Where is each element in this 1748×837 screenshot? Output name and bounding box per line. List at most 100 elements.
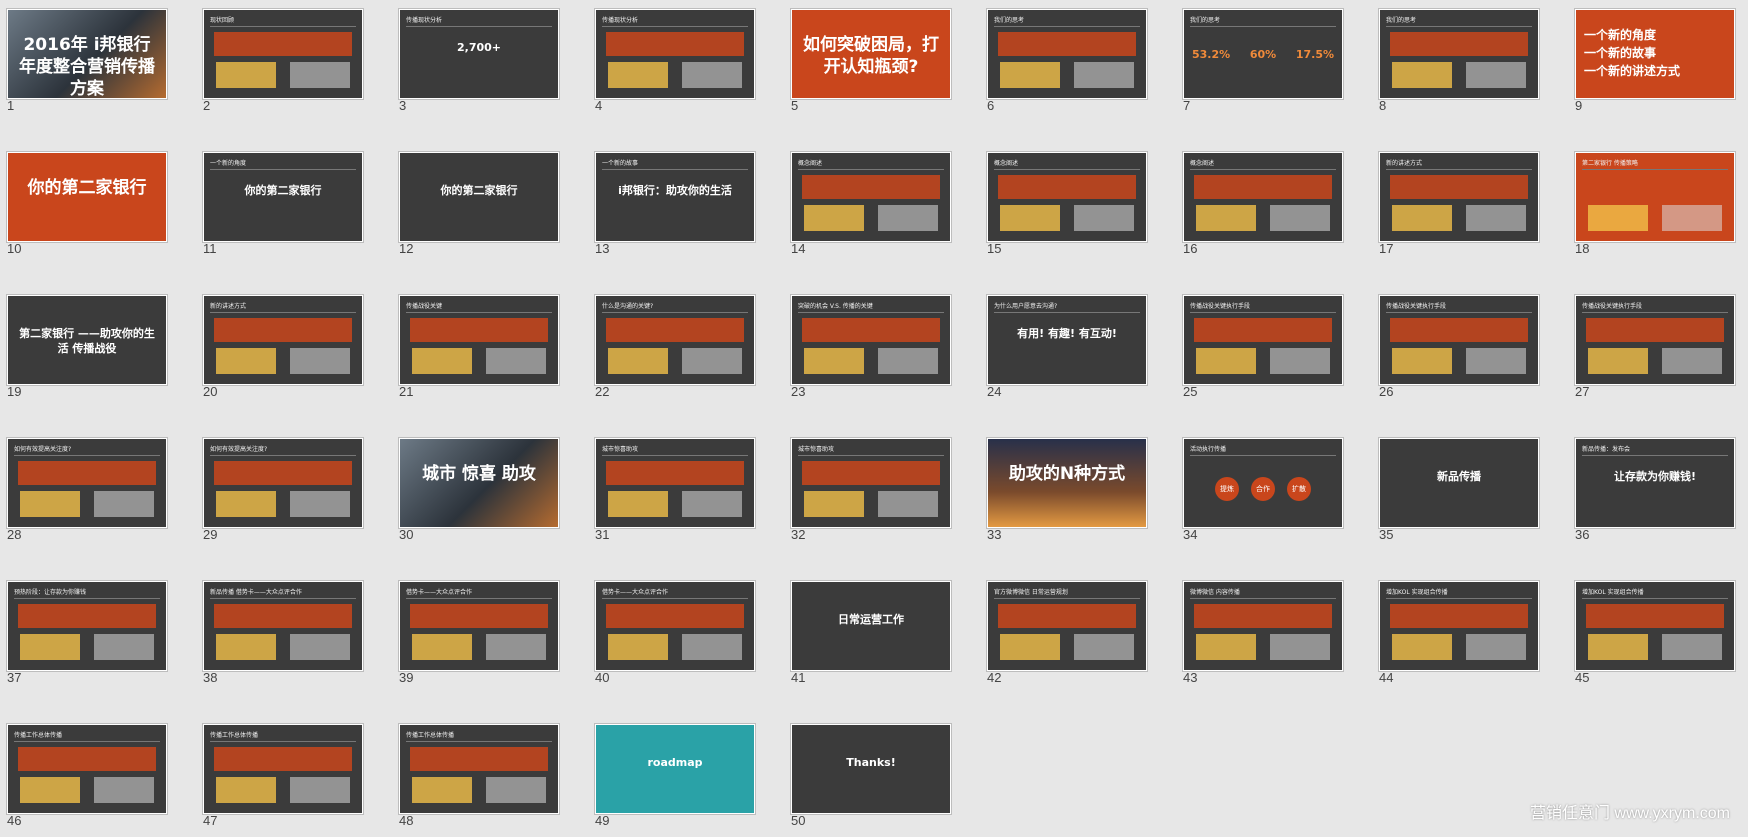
slide-item[interactable]: 你的第二家银行 12 — [398, 151, 560, 261]
slide-thumbnail[interactable]: 概念阐述 — [790, 151, 952, 243]
slide-item[interactable]: 如何有效提高关注度? 28 — [6, 437, 168, 547]
slide-item[interactable]: 传播工作总体传播 47 — [202, 723, 364, 833]
slide-item[interactable]: 官方微博微信 日常运营规划 42 — [986, 580, 1148, 690]
slide-item[interactable]: 一个新的故事 i邦银行：助攻你的生活 13 — [594, 151, 756, 261]
slide-item[interactable]: 我们的思考 6 — [986, 8, 1148, 118]
slide-item[interactable]: 如何突破困局，打开认知瓶颈? 5 — [790, 8, 952, 118]
slide-item[interactable]: 什么是沟通的关键? 22 — [594, 294, 756, 404]
slide-item[interactable]: 一个新的角度 一个新的故事 一个新的讲述方式 9 — [1574, 8, 1736, 118]
slide-thumbnail[interactable]: 一个新的故事 i邦银行：助攻你的生活 — [594, 151, 756, 243]
slide-thumbnail[interactable]: 如何有效提高关注度? — [202, 437, 364, 529]
slide-thumbnail[interactable]: 传播战役关键执行手段 — [1182, 294, 1344, 386]
slide-thumbnail[interactable]: 城市惊喜助攻 — [790, 437, 952, 529]
slide-thumbnail[interactable]: roadmap — [594, 723, 756, 815]
slide-item[interactable]: 第二家银行 ——助攻你的生活 传播战役 19 — [6, 294, 168, 404]
slide-item[interactable]: 传播战役关键执行手段 27 — [1574, 294, 1736, 404]
slide-item[interactable]: 城市惊喜助攻 32 — [790, 437, 952, 547]
slide-thumbnail[interactable]: 如何有效提高关注度? — [6, 437, 168, 529]
slide-thumbnail[interactable]: 第二家银行 ——助攻你的生活 传播战役 — [6, 294, 168, 386]
slide-item[interactable]: 如何有效提高关注度? 29 — [202, 437, 364, 547]
slide-thumbnail[interactable]: 如何突破困局，打开认知瓶颈? — [790, 8, 952, 100]
slide-item[interactable]: 第二家银行 传播策略 18 — [1574, 151, 1736, 261]
slide-item[interactable]: roadmap 49 — [594, 723, 756, 833]
slide-thumbnail[interactable]: 助攻的N种方式 — [986, 437, 1148, 529]
slide-thumbnail[interactable]: 活动执行传播 提炼 合作 扩散 — [1182, 437, 1344, 529]
slide-thumbnail[interactable]: 概念阐述 — [986, 151, 1148, 243]
slide-thumbnail[interactable]: 传播工作总体传播 — [202, 723, 364, 815]
slide-item[interactable]: 现状回顾 2 — [202, 8, 364, 118]
slide-item[interactable]: 新品传播 35 — [1378, 437, 1540, 547]
slide-thumbnail[interactable]: 我们的思考 53.2% 60% 17.5% — [1182, 8, 1344, 100]
slide-item[interactable]: 城市 惊喜 助攻 30 — [398, 437, 560, 547]
slide-thumbnail[interactable]: 城市惊喜助攻 — [594, 437, 756, 529]
slide-item[interactable]: 借势卡——大众点评合作 40 — [594, 580, 756, 690]
slide-thumbnail[interactable]: 传播战役关键执行手段 — [1378, 294, 1540, 386]
slide-thumbnail[interactable]: 一个新的角度 你的第二家银行 — [202, 151, 364, 243]
slide-item[interactable]: 增加KOL 实现组合传播 44 — [1378, 580, 1540, 690]
slide-thumbnail[interactable]: 传播工作总体传播 — [6, 723, 168, 815]
slide-thumbnail[interactable]: 日常运营工作 — [790, 580, 952, 672]
slide-item[interactable]: 概念阐述 14 — [790, 151, 952, 261]
slide-thumbnail[interactable]: 第二家银行 传播策略 — [1574, 151, 1736, 243]
slide-item[interactable]: 传播战役关键执行手段 25 — [1182, 294, 1344, 404]
slide-item[interactable]: 新的讲述方式 20 — [202, 294, 364, 404]
slide-item[interactable]: 新品传播：发布会 让存款为你赚钱! 36 — [1574, 437, 1736, 547]
slide-thumbnail[interactable]: 传播现状分析 — [594, 8, 756, 100]
slide-thumbnail[interactable]: 你的第二家银行 — [6, 151, 168, 243]
slide-thumbnail[interactable]: 借势卡——大众点评合作 — [398, 580, 560, 672]
slide-item[interactable]: 新品传播 借势卡——大众点评合作 38 — [202, 580, 364, 690]
slide-item[interactable]: 借势卡——大众点评合作 39 — [398, 580, 560, 690]
slide-thumbnail[interactable]: 预热阶段：让存款为你赚钱 — [6, 580, 168, 672]
slide-thumbnail[interactable]: 现状回顾 — [202, 8, 364, 100]
slide-thumbnail[interactable]: 微博微信 内容传播 — [1182, 580, 1344, 672]
slide-item[interactable]: 传播现状分析 2,700+ 3 — [398, 8, 560, 118]
slide-item[interactable]: 你的第二家银行 10 — [6, 151, 168, 261]
slide-thumbnail[interactable]: 新的讲述方式 — [1378, 151, 1540, 243]
slide-item[interactable]: Thanks! 50 — [790, 723, 952, 833]
slide-thumbnail[interactable]: 新的讲述方式 — [202, 294, 364, 386]
slide-thumbnail[interactable]: 传播战役关键 — [398, 294, 560, 386]
slide-item[interactable]: 城市惊喜助攻 31 — [594, 437, 756, 547]
slide-item[interactable]: 为什么用户愿意去沟通? 有用! 有趣! 有互动! 24 — [986, 294, 1148, 404]
slide-item[interactable]: 传播工作总体传播 46 — [6, 723, 168, 833]
slide-item[interactable]: 2016年 i邦银行年度整合营销传播方案 1 — [6, 8, 168, 118]
slide-item[interactable]: 传播战役关键 21 — [398, 294, 560, 404]
slide-thumbnail[interactable]: 突破的机会 V.S. 传播的关键 — [790, 294, 952, 386]
slide-item[interactable]: 活动执行传播 提炼 合作 扩散 34 — [1182, 437, 1344, 547]
slide-item[interactable]: 传播战役关键执行手段 26 — [1378, 294, 1540, 404]
slide-thumbnail[interactable]: Thanks! — [790, 723, 952, 815]
slide-thumbnail[interactable]: 新品传播 借势卡——大众点评合作 — [202, 580, 364, 672]
slide-thumbnail[interactable]: 概念阐述 — [1182, 151, 1344, 243]
slide-thumbnail[interactable]: 我们的思考 — [1378, 8, 1540, 100]
slide-item[interactable]: 突破的机会 V.S. 传播的关键 23 — [790, 294, 952, 404]
slide-thumbnail[interactable]: 传播战役关键执行手段 — [1574, 294, 1736, 386]
slide-thumbnail[interactable]: 新品传播 — [1378, 437, 1540, 529]
slide-item[interactable]: 传播现状分析 4 — [594, 8, 756, 118]
slide-item[interactable]: 概念阐述 16 — [1182, 151, 1344, 261]
slide-item[interactable]: 助攻的N种方式 33 — [986, 437, 1148, 547]
slide-item[interactable]: 预热阶段：让存款为你赚钱 37 — [6, 580, 168, 690]
slide-item[interactable]: 概念阐述 15 — [986, 151, 1148, 261]
slide-thumbnail[interactable]: 什么是沟通的关键? — [594, 294, 756, 386]
slide-thumbnail[interactable]: 增加KOL 实现组合传播 — [1574, 580, 1736, 672]
slide-thumbnail[interactable]: 借势卡——大众点评合作 — [594, 580, 756, 672]
slide-thumbnail[interactable]: 一个新的角度 一个新的故事 一个新的讲述方式 — [1574, 8, 1736, 100]
slide-item[interactable]: 我们的思考 53.2% 60% 17.5% 7 — [1182, 8, 1344, 118]
slide-thumbnail[interactable]: 传播工作总体传播 — [398, 723, 560, 815]
slide-item[interactable]: 传播工作总体传播 48 — [398, 723, 560, 833]
slide-item[interactable]: 新的讲述方式 17 — [1378, 151, 1540, 261]
slide-thumbnail[interactable]: 我们的思考 — [986, 8, 1148, 100]
slide-thumbnail[interactable]: 你的第二家银行 — [398, 151, 560, 243]
slide-thumbnail[interactable]: 新品传播：发布会 让存款为你赚钱! — [1574, 437, 1736, 529]
slide-item[interactable]: 我们的思考 8 — [1378, 8, 1540, 118]
slide-item[interactable]: 一个新的角度 你的第二家银行 11 — [202, 151, 364, 261]
slide-item[interactable]: 日常运营工作 41 — [790, 580, 952, 690]
slide-thumbnail[interactable]: 2016年 i邦银行年度整合营销传播方案 — [6, 8, 168, 100]
slide-thumbnail[interactable]: 城市 惊喜 助攻 — [398, 437, 560, 529]
slide-thumbnail[interactable]: 官方微博微信 日常运营规划 — [986, 580, 1148, 672]
slide-thumbnail[interactable]: 为什么用户愿意去沟通? 有用! 有趣! 有互动! — [986, 294, 1148, 386]
slide-item[interactable]: 增加KOL 实现组合传播 45 — [1574, 580, 1736, 690]
slide-thumbnail[interactable]: 传播现状分析 2,700+ — [398, 8, 560, 100]
slide-thumbnail[interactable]: 增加KOL 实现组合传播 — [1378, 580, 1540, 672]
slide-item[interactable]: 微博微信 内容传播 43 — [1182, 580, 1344, 690]
